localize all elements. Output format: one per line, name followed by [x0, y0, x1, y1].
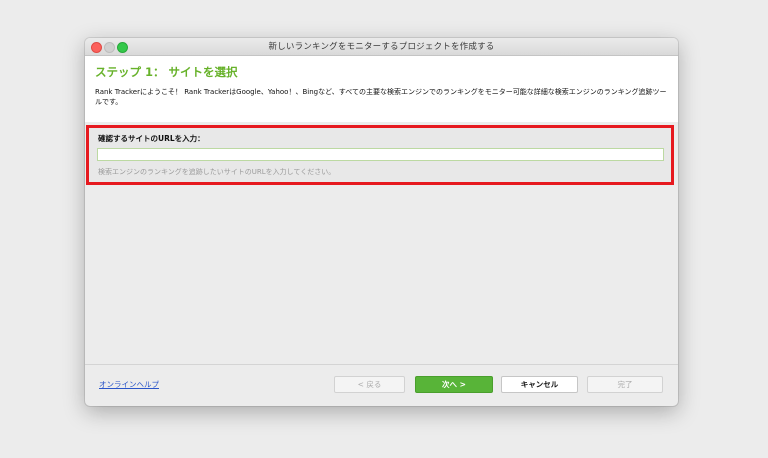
finish-button[interactable]: 完了 — [587, 376, 663, 393]
url-entry-panel: 確認するサイトのURLを入力： 検索エンジンのランキングを追跡したいサイトのUR… — [86, 125, 674, 185]
step-title: ステップ 1： サイトを選択 — [95, 65, 238, 79]
wizard-window: 新しいランキングをモニターするプロジェクトを作成する ステップ 1： サイトを選… — [85, 38, 678, 406]
step-description: Rank Trackerにようこそ！ Rank TrackerはGoogle、Y… — [95, 88, 667, 106]
step-header: ステップ 1： サイトを選択 Rank Trackerにようこそ！ Rank T… — [85, 56, 678, 122]
next-button[interactable]: 次へ > — [415, 376, 493, 393]
cancel-button[interactable]: キャンセル — [501, 376, 578, 393]
footer-divider — [85, 364, 678, 365]
title-bar[interactable]: 新しいランキングをモニターするプロジェクトを作成する — [85, 38, 678, 56]
back-button[interactable]: < 戻る — [334, 376, 405, 393]
window-title: 新しいランキングをモニターするプロジェクトを作成する — [268, 42, 495, 52]
url-field-label: 確認するサイトのURLを入力： — [98, 134, 205, 143]
online-help-link[interactable]: オンラインヘルプ — [99, 379, 159, 390]
url-hint-text: 検索エンジンのランキングを追跡したいサイトのURLを入力してください。 — [98, 168, 336, 176]
url-input[interactable] — [97, 148, 664, 161]
